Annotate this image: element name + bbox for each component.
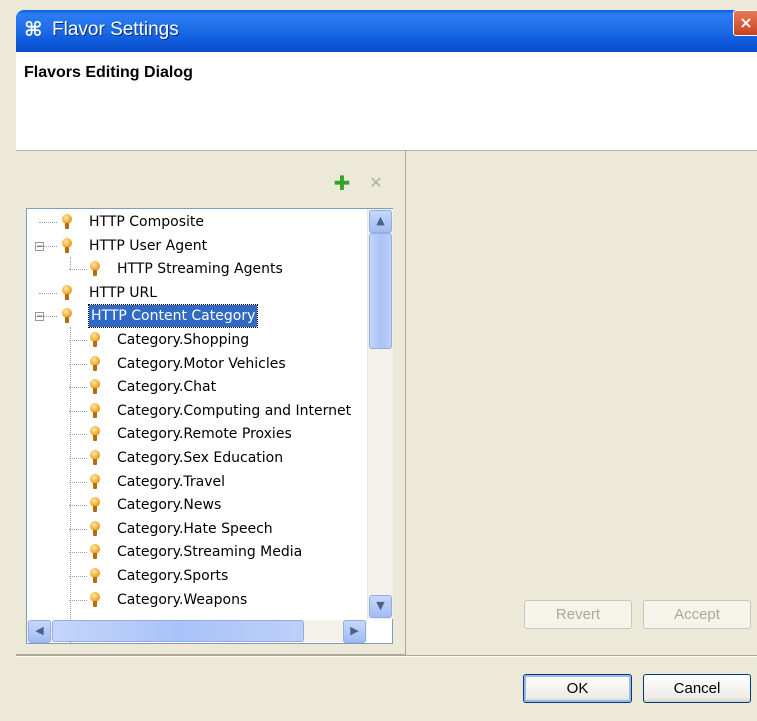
tree-item[interactable]: Category.Computing and Internet bbox=[27, 400, 367, 422]
tree-connector bbox=[39, 292, 57, 295]
tree-item[interactable]: Category.Sports bbox=[27, 565, 367, 587]
flavor-bulb-icon bbox=[60, 308, 74, 324]
scroll-left-button[interactable]: ◀ bbox=[28, 620, 51, 643]
window-title: Flavor Settings bbox=[52, 19, 179, 40]
vertical-scroll-thumb[interactable] bbox=[369, 233, 392, 349]
tree-item[interactable]: Category.Shopping bbox=[27, 329, 367, 351]
revert-button[interactable]: Revert bbox=[524, 600, 632, 629]
scroll-up-button[interactable]: ▲ bbox=[369, 210, 392, 233]
cancel-button[interactable]: Cancel bbox=[643, 674, 751, 703]
accept-button[interactable]: Accept bbox=[643, 600, 751, 629]
footer-separator bbox=[16, 655, 757, 657]
tree-item-label: Category.Sex Education bbox=[117, 450, 284, 466]
tree-expander-icon[interactable]: − bbox=[35, 312, 44, 322]
flavor-bulb-icon bbox=[60, 237, 74, 254]
ok-button[interactable]: OK bbox=[523, 674, 632, 703]
tree-item[interactable]: Category.Streaming Media bbox=[27, 541, 367, 563]
flavor-bulb-icon bbox=[60, 284, 74, 301]
tree-connector bbox=[69, 269, 87, 271]
scroll-down-button[interactable]: ▼ bbox=[369, 595, 392, 618]
flavor-bulb-icon bbox=[88, 450, 102, 466]
tree-item-label: Category.News bbox=[117, 497, 222, 514]
tree-item-label: Category.Remote Proxies bbox=[117, 426, 292, 443]
title-bar[interactable]: ⌘ Flavor Settings bbox=[16, 10, 757, 52]
tree-item-label: HTTP Content Category bbox=[87, 304, 259, 329]
flavor-tree[interactable]: HTTP Composite − HTTP User Agent HTTP Strea… bbox=[26, 208, 393, 644]
tree-item[interactable]: − HTTP Content Category bbox=[27, 304, 367, 329]
flavor-bulb-icon bbox=[88, 497, 102, 513]
tree-item-label: Category.Chat bbox=[117, 379, 217, 396]
tree-item[interactable]: HTTP Streaming Agents bbox=[27, 258, 367, 280]
tree-item-label: HTTP Composite bbox=[89, 214, 204, 230]
flavor-bulb-icon bbox=[60, 214, 74, 230]
flavor-bulb-icon bbox=[88, 520, 102, 537]
flavor-bulb-icon bbox=[88, 402, 102, 419]
tree-item[interactable]: Category.Chat bbox=[27, 376, 367, 398]
horizontal-scrollbar[interactable]: ◀ ▶ bbox=[27, 620, 367, 643]
flavor-bulb-icon bbox=[88, 473, 102, 490]
tree-item-label: HTTP Streaming Agents bbox=[117, 261, 283, 278]
tree-item-label: Category.Computing and Internet bbox=[117, 402, 352, 419]
tree-item[interactable]: Category.News bbox=[27, 494, 367, 516]
close-button[interactable]: × bbox=[733, 10, 757, 36]
header-title: Flavors Editing Dialog bbox=[24, 64, 193, 81]
scroll-right-button[interactable]: ▶ bbox=[343, 620, 366, 643]
tree-item-label: Category.Weapons bbox=[117, 591, 248, 608]
tree-connector bbox=[70, 257, 72, 269]
tree-item-label: Category.Shopping bbox=[117, 332, 250, 348]
tree-expander-icon[interactable]: − bbox=[35, 241, 44, 251]
horizontal-scroll-thumb[interactable] bbox=[52, 620, 304, 642]
tree-item[interactable]: HTTP Composite bbox=[27, 211, 367, 233]
remove-icon[interactable]: ✕ bbox=[367, 174, 385, 192]
tree-item-label: Category.Motor Vehicles bbox=[117, 355, 286, 372]
vertical-scrollbar[interactable]: ▲ ▼ bbox=[367, 209, 393, 619]
tree-item-label: HTTP URL bbox=[89, 284, 158, 301]
flavor-bulb-icon bbox=[88, 355, 102, 372]
tree-item-label: Category.Hate Speech bbox=[117, 520, 273, 537]
tree-item[interactable]: Category.Motor Vehicles bbox=[27, 353, 367, 375]
flavor-bulb-icon bbox=[88, 544, 102, 560]
tree-connector bbox=[39, 222, 57, 224]
tree-connector bbox=[70, 327, 72, 643]
add-icon[interactable]: ✚ bbox=[333, 173, 351, 193]
tree-item[interactable]: − HTTP User Agent bbox=[27, 235, 367, 257]
dialog-header: Flavors Editing Dialog bbox=[16, 52, 757, 151]
app-icon: ⌘ bbox=[24, 17, 43, 41]
tree-item[interactable]: Category.Weapons bbox=[27, 589, 367, 611]
flavor-bulb-icon bbox=[88, 332, 102, 348]
tree-item-label: Category.Sports bbox=[117, 568, 229, 584]
tree-item[interactable]: Category.Travel bbox=[27, 471, 367, 493]
tree-item[interactable]: HTTP URL bbox=[27, 282, 367, 304]
flavor-bulb-icon bbox=[88, 426, 102, 442]
tree-item-label: HTTP User Agent bbox=[89, 237, 208, 254]
flavor-bulb-icon bbox=[88, 591, 102, 608]
tree-item[interactable]: Category.Sex Education bbox=[27, 447, 367, 469]
tree-item-label: Category.Streaming Media bbox=[117, 544, 303, 561]
flavor-bulb-icon bbox=[88, 261, 102, 277]
tree-item[interactable]: Category.Remote Proxies bbox=[27, 423, 367, 445]
flavor-bulb-icon bbox=[88, 568, 102, 584]
flavor-bulb-icon bbox=[88, 379, 102, 395]
tree-item[interactable]: Category.Hate Speech bbox=[27, 518, 367, 540]
tree-item-label: Category.Travel bbox=[117, 473, 226, 490]
